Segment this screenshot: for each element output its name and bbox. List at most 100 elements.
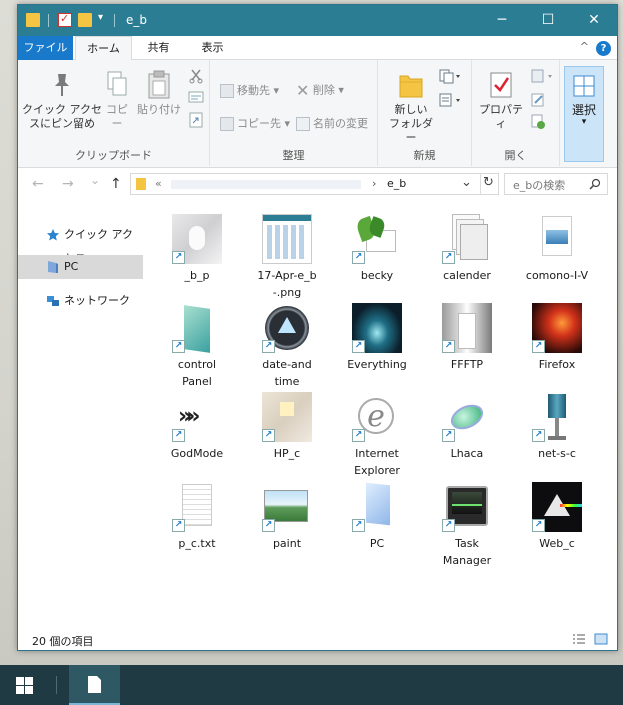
network-icon (47, 296, 59, 306)
pc-icon: ↗ (352, 482, 402, 532)
tab-view[interactable]: 表示 (190, 36, 235, 60)
delete-icon: ✕ (296, 81, 310, 100)
minimize-button[interactable]: ─ (479, 5, 525, 36)
search-input[interactable]: e_bの検索 (504, 173, 608, 195)
copy-path-icon[interactable] (188, 90, 204, 104)
file-name: date-and time (262, 358, 312, 388)
paste-button[interactable]: 貼り付け (136, 70, 182, 117)
divider (480, 174, 481, 194)
tab-share[interactable]: 共有 (136, 36, 181, 60)
file-item[interactable]: e ↗ Internet Explorer (339, 392, 415, 479)
file-item[interactable]: ↗ control Panel (159, 303, 235, 390)
file-name: PC (369, 537, 385, 550)
select-button[interactable]: 選択 ▾ (564, 66, 604, 162)
delete-button[interactable]: ✕ 削除 ▾ (296, 81, 344, 100)
file-item[interactable]: ↗ _b_p (159, 214, 235, 284)
breadcrumb-current[interactable]: e_b (387, 177, 406, 190)
nav-item-quick-access[interactable]: クイック アクセス (18, 223, 143, 265)
shortcut-arrow-icon: ↗ (442, 429, 455, 442)
easy-access-icon[interactable] (438, 92, 462, 108)
forward-button[interactable]: → (62, 176, 74, 192)
file-item[interactable]: ↗ paint (249, 482, 325, 552)
maximize-button[interactable]: ☐ (525, 5, 571, 36)
file-name: calender (443, 269, 491, 282)
shortcut-arrow-icon: ↗ (532, 340, 545, 353)
shortcut-arrow-icon: ↗ (172, 340, 185, 353)
shortcut-arrow-icon: ↗ (352, 429, 365, 442)
paste-shortcut-icon[interactable] (188, 112, 204, 128)
move-to-icon (220, 84, 234, 98)
breadcrumb-overflow[interactable]: « (155, 177, 162, 190)
new-item-icon[interactable] (438, 68, 462, 84)
file-explorer-window: ▾ e_b ─ ☐ ✕ ファイル ホーム 共有 表示 ^ ? クイック アクセ … (17, 4, 618, 651)
rename-button[interactable]: 名前の変更 (296, 115, 368, 131)
start-button[interactable] (0, 665, 52, 705)
paint-app-icon: ↗ (262, 482, 312, 532)
shortcut-arrow-icon: ↗ (172, 429, 185, 442)
ribbon-group-new: 新しい フォルダー 新規 (378, 60, 472, 166)
properties-quick-icon[interactable] (58, 12, 72, 27)
ribbon-group-organize: 移動先 ▾ コピー先 ▾ ✕ 削除 ▾ 名前の変更 整理 (210, 60, 378, 166)
quick-access-toolbar-dropdown-icon[interactable]: ▾ (98, 12, 103, 23)
file-item[interactable]: comono-I-V (519, 214, 595, 284)
recent-locations-button[interactable]: ⌄ (90, 173, 100, 187)
file-item[interactable]: ↗ net-s-c (519, 392, 595, 462)
file-name: control Panel (177, 358, 217, 388)
open-icon[interactable] (530, 68, 554, 84)
tab-file[interactable]: ファイル (18, 36, 73, 60)
copy-to-button[interactable]: コピー先 ▾ (220, 115, 290, 131)
becky-app-icon: ↗ (352, 214, 402, 264)
divider (48, 14, 49, 27)
history-icon[interactable] (530, 114, 546, 130)
file-item[interactable]: ↗ Lhaca (429, 392, 505, 462)
cut-icon[interactable] (188, 68, 204, 84)
file-item[interactable]: ↗ FFFTP (429, 303, 505, 373)
file-item[interactable]: ↗ Task Manager (429, 482, 505, 569)
clipboard-group-label: クリップボード (75, 149, 152, 162)
file-item[interactable]: ↗ calender (429, 214, 505, 284)
ribbon-collapse-icon[interactable]: ^ (580, 40, 589, 53)
large-icons-view-icon[interactable] (594, 633, 608, 645)
address-dropdown-icon[interactable]: ⌄ (461, 175, 472, 190)
file-item[interactable]: ↗ PC (339, 482, 415, 552)
properties-button[interactable]: プロパティ (476, 70, 526, 131)
address-bar[interactable]: « › e_b ⌄ ↻ (130, 173, 499, 195)
refresh-icon[interactable]: ↻ (483, 175, 494, 190)
file-item[interactable]: ↗ Everything (339, 303, 415, 373)
edit-icon[interactable] (530, 92, 546, 108)
file-item[interactable]: 17-Apr-e_b -.png (249, 214, 325, 301)
move-to-button[interactable]: 移動先 ▾ (220, 82, 279, 98)
close-button[interactable]: ✕ (571, 5, 617, 36)
web-app-icon: ↗ (532, 482, 582, 532)
back-button[interactable]: ← (32, 176, 44, 192)
copy-button[interactable]: コピー (102, 70, 132, 131)
file-item[interactable]: ↗ Web_c (519, 482, 595, 552)
new-folder-button[interactable]: 新しい フォルダー (386, 70, 436, 145)
file-item[interactable]: ↗ HP_c (249, 392, 325, 462)
file-list-view: ↗ _b_p 17-Apr-e_b -.png ↗ becky ↗ calend… (143, 202, 617, 627)
nav-item-network[interactable]: ネットワーク (18, 289, 143, 313)
file-item[interactable]: ↗ Firefox (519, 303, 595, 373)
task-manager-icon: ↗ (442, 482, 492, 532)
help-icon[interactable]: ? (596, 41, 611, 56)
select-dropdown-icon: ▾ (581, 117, 587, 127)
rename-label: 名前の変更 (313, 117, 368, 130)
up-button[interactable]: ↑ (110, 176, 122, 192)
file-item[interactable]: ↗ p_c.txt (159, 482, 235, 552)
file-name: Lhaca (450, 447, 484, 460)
pin-to-quick-access-button[interactable]: クイック アクセ スにピン留め (22, 70, 102, 131)
copy-to-icon (220, 117, 234, 131)
new-folder-quick-icon[interactable] (78, 13, 92, 27)
details-view-icon[interactable] (572, 633, 586, 645)
ribbon-tab-bar: ファイル ホーム 共有 表示 ^ ? (18, 36, 617, 61)
file-item[interactable]: ↗ date-and time (249, 303, 325, 390)
nav-item-pc[interactable]: PC (18, 255, 143, 279)
shortcut-arrow-icon: ↗ (262, 429, 275, 442)
shortcut-arrow-icon: ↗ (352, 519, 365, 532)
tab-home[interactable]: ホーム (75, 36, 132, 61)
taskbar-file-explorer[interactable] (69, 665, 120, 705)
move-to-label: 移動先 (237, 84, 270, 97)
file-item[interactable]: »» ↗ GodMode (159, 392, 235, 462)
address-toolbar: ← → ⌄ ↑ « › e_b ⌄ ↻ e_bの検索 (18, 168, 617, 202)
file-item[interactable]: ↗ becky (339, 214, 415, 284)
